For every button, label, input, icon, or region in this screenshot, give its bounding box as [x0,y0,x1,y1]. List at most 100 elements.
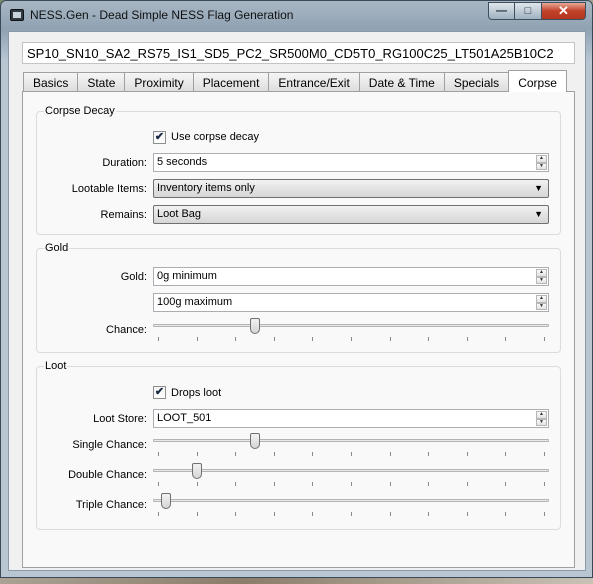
slider-ticks [158,337,545,341]
slider-tick [505,337,507,341]
triple-chance-slider[interactable] [153,493,549,516]
chevron-down-icon: ▼ [534,209,543,219]
flag-string-field[interactable]: SP10_SN10_SA2_RS75_IS1_SD5_PC2_SR500M0_C… [22,42,575,64]
slider-tick [466,512,468,516]
slider-tick [158,512,159,516]
maximize-button[interactable]: □ [515,2,542,20]
slider-thumb[interactable] [249,433,260,449]
slider-tick [312,337,314,341]
gold-maximum-spinbox[interactable]: 100g maximum ▲ ▼ [153,293,549,312]
duration-label: Duration: [102,157,147,169]
client-area: SP10_SN10_SA2_RS75_IS1_SD5_PC2_SR500M0_C… [8,31,586,571]
slider-tick [505,512,507,516]
tab-placement[interactable]: Placement [192,72,270,92]
slider-tick [351,337,352,341]
tab-specials[interactable]: Specials [443,72,510,92]
tab-corpse[interactable]: Corpse [508,70,567,92]
lootable-items-value: Inventory items only [157,182,255,194]
minimize-button[interactable]: — [488,2,515,20]
slider-tick [389,482,391,486]
slider-tick [196,482,198,486]
spin-up-icon[interactable]: ▲ [536,155,547,163]
slider-tick [466,482,468,486]
drops-loot-label[interactable]: Drops loot [171,387,221,399]
slider-thumb[interactable] [191,463,202,479]
gold-group: Gold Gold: 0g minimum ▲ ▼ 100g maximum ▲… [36,242,561,353]
gold-maximum-value: 100g maximum [157,296,233,308]
spin-down-icon[interactable]: ▼ [536,302,547,310]
double-chance-slider[interactable] [153,463,549,486]
slider-tick [466,337,468,341]
loot-store-spin-buttons: ▲ ▼ [536,411,547,426]
slider-tick [273,482,275,486]
gold-label: Gold: [120,271,147,283]
spin-down-icon[interactable]: ▼ [536,276,547,284]
slider-tick [505,452,507,456]
gold-chance-label: Chance: [106,324,147,336]
slider-tick [428,337,430,341]
tab-basics[interactable]: Basics [23,72,79,92]
chevron-down-icon: ▼ [534,183,543,193]
duration-spinbox[interactable]: 5 seconds ▲ ▼ [153,153,549,172]
maximize-icon: □ [524,5,532,17]
slider-ticks [158,452,545,456]
spin-down-icon[interactable]: ▼ [536,418,547,426]
remains-value: Loot Bag [157,208,202,220]
lootable-items-dropdown[interactable]: Inventory items only ▼ [153,179,549,198]
check-icon: ✔ [154,386,165,398]
gold-minimum-spinbox[interactable]: 0g minimum ▲ ▼ [153,267,549,286]
tab-date-time[interactable]: Date & Time [358,72,445,92]
slider-tick [235,337,237,341]
loot-group-title: Loot [44,360,68,372]
slider-tick [351,482,352,486]
spin-up-icon[interactable]: ▲ [536,269,547,277]
tab-proximity[interactable]: Proximity [124,72,194,92]
tab-state[interactable]: State [77,72,126,92]
slider-thumb[interactable] [160,493,171,509]
slider-tick [389,337,391,341]
slider-ticks [158,482,545,486]
slider-groove [153,469,549,472]
slider-tick [196,337,198,341]
slider-tick [428,512,430,516]
duration-spin-buttons: ▲ ▼ [536,155,547,170]
slider-ticks [158,512,545,516]
corpse-decay-group-title: Corpse Decay [44,105,116,117]
gold-chance-slider[interactable] [153,318,549,341]
spin-down-icon[interactable]: ▼ [536,162,547,170]
close-button[interactable]: ✕ [542,2,586,20]
spin-up-icon[interactable]: ▲ [536,411,547,419]
slider-groove [153,324,549,327]
spin-up-icon[interactable]: ▲ [536,295,547,303]
slider-groove [153,499,549,502]
slider-tick [196,452,198,456]
slider-tick [389,452,391,456]
drops-loot-checkbox[interactable]: ✔ [153,386,166,399]
lootable-items-label: Lootable Items: [71,183,147,195]
corpse-tab-pane: Corpse Decay ✔ Use corpse decay Duration… [22,91,575,568]
app-window: NESS.Gen - Dead Simple NESS Flag Generat… [0,0,593,578]
duration-value: 5 seconds [157,156,208,168]
gold-max-spin-buttons: ▲ ▼ [536,295,547,310]
loot-store-spinbox[interactable]: LOOT_501 ▲ ▼ [153,409,549,428]
title-bar[interactable]: NESS.Gen - Dead Simple NESS Flag Generat… [1,1,592,29]
single-chance-label: Single Chance: [72,439,147,451]
use-corpse-decay-label[interactable]: Use corpse decay [171,131,259,143]
slider-tick [158,452,159,456]
slider-tick [158,482,159,486]
slider-tick [544,452,545,456]
single-chance-slider[interactable] [153,433,549,456]
slider-thumb[interactable] [249,318,260,334]
slider-tick [235,512,237,516]
slider-tick [235,452,237,456]
slider-tick [351,512,352,516]
tab-entrance-exit[interactable]: Entrance/Exit [268,72,360,92]
slider-tick [196,512,198,516]
use-corpse-decay-checkbox[interactable]: ✔ [153,131,166,144]
remains-dropdown[interactable]: Loot Bag ▼ [153,205,549,224]
slider-tick [428,482,430,486]
slider-tick [544,512,545,516]
slider-tick [235,482,237,486]
caption-buttons: — □ ✕ [488,2,586,20]
slider-tick [273,452,275,456]
